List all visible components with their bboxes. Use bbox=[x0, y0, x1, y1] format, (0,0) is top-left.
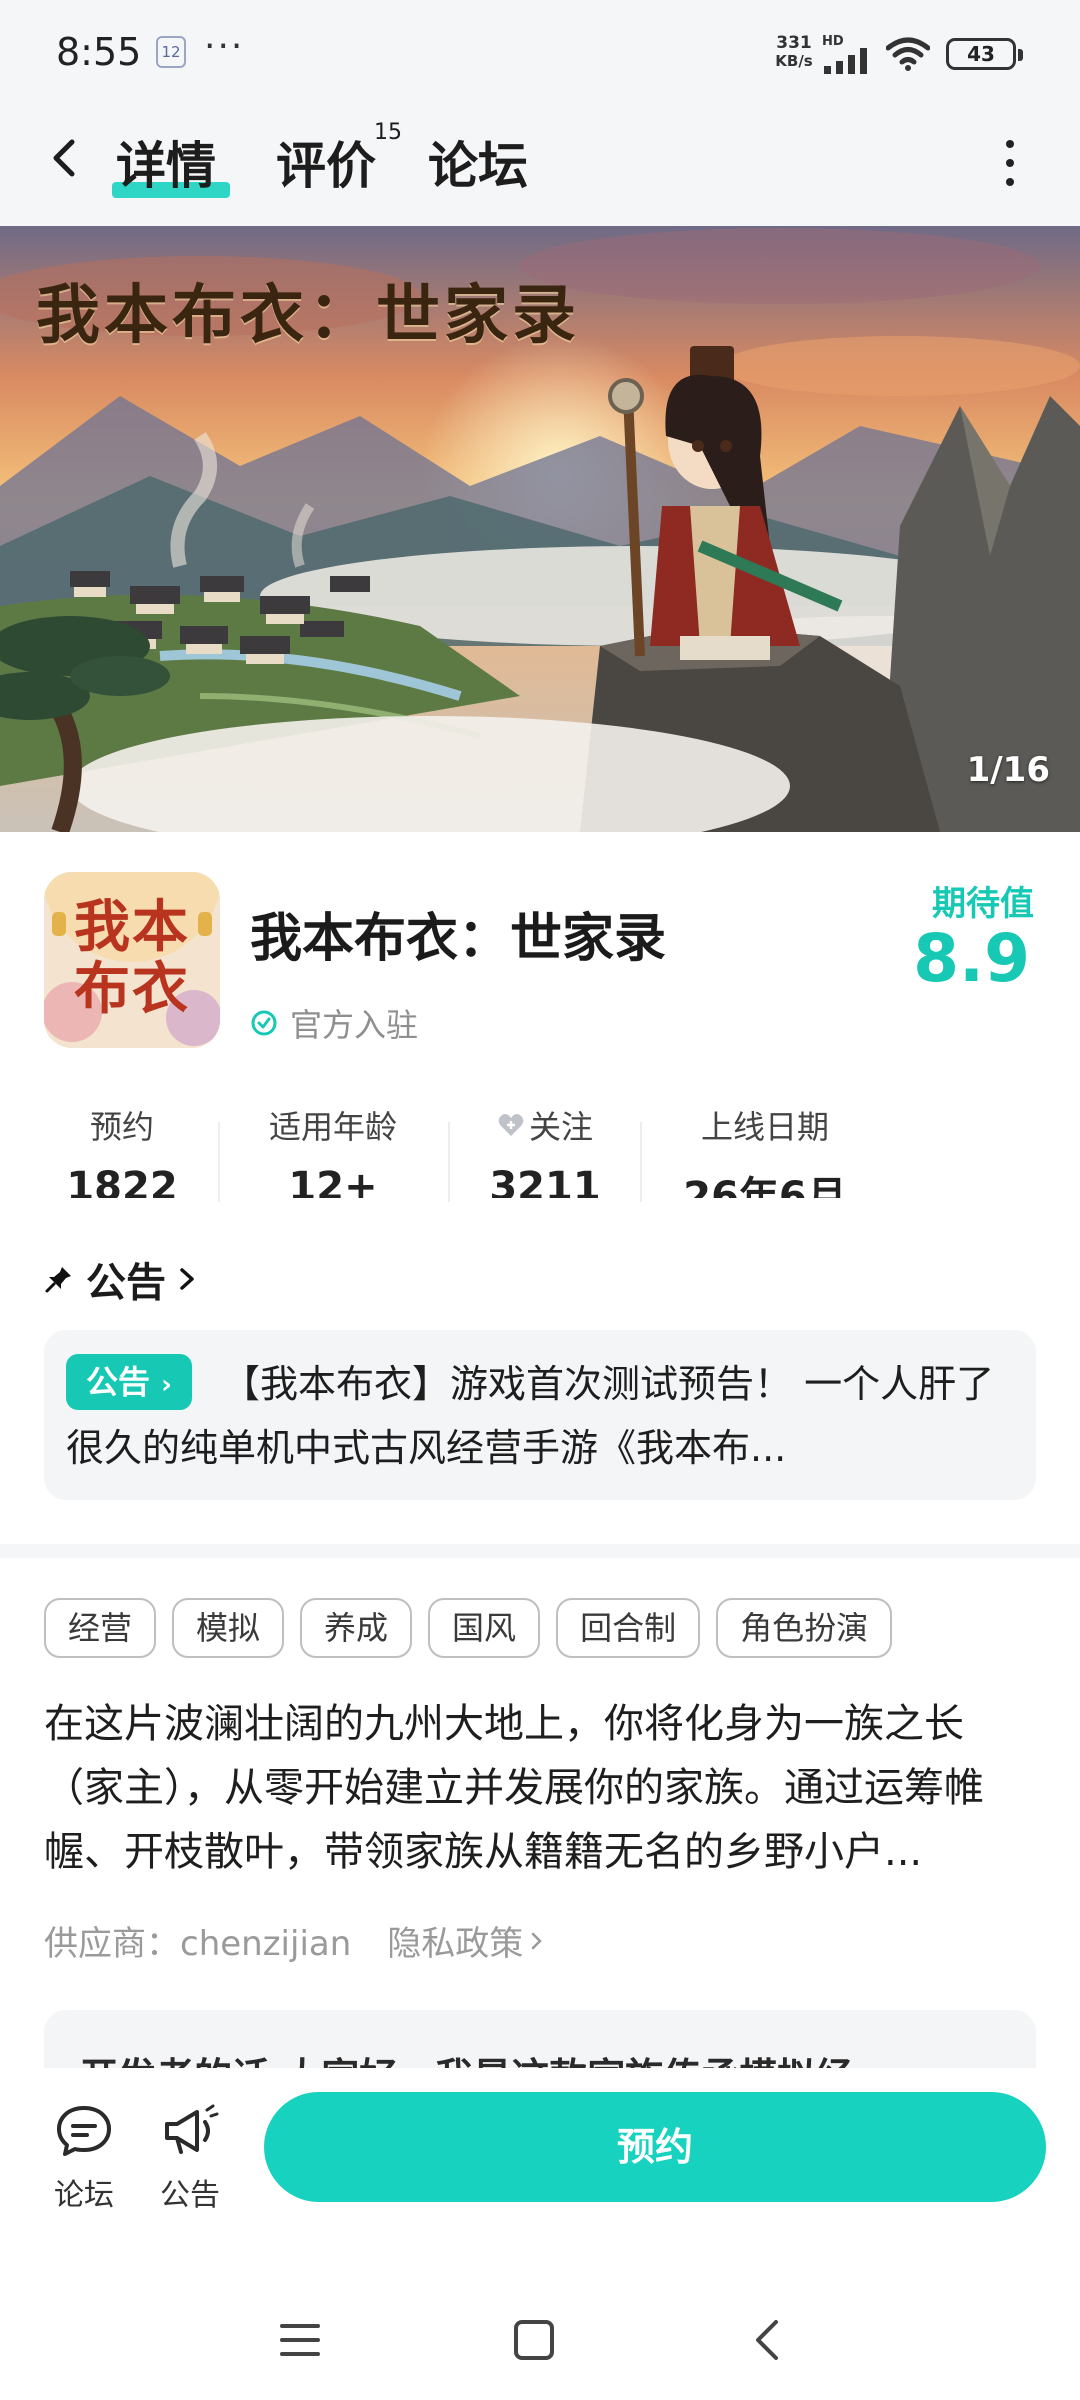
tag[interactable]: 回合制 bbox=[556, 1598, 701, 1658]
more-options-icon[interactable] bbox=[1000, 140, 1020, 190]
app-header: 我本 布衣 我本布衣：世家录 官方入驻 期待值 8.9 bbox=[0, 832, 1080, 1072]
network-speed-value: 331 bbox=[776, 33, 812, 53]
stat-value: 12+ bbox=[288, 1164, 378, 1198]
tag[interactable]: 模拟 bbox=[172, 1598, 285, 1658]
wifi-icon bbox=[886, 37, 930, 71]
reserve-button[interactable]: 预约 bbox=[264, 2092, 1046, 2202]
home-icon[interactable] bbox=[508, 2314, 560, 2366]
chevron-right-icon: › bbox=[161, 1370, 172, 1400]
stat-followers[interactable]: 关注 3211 bbox=[470, 1102, 620, 1198]
app-icon[interactable]: 我本 布衣 bbox=[44, 872, 220, 1048]
tag-list: 经营 模拟 养成 国风 回合制 角色扮演 bbox=[44, 1598, 893, 1658]
announcement-heading-label: 公告 bbox=[86, 1260, 166, 1306]
review-count: 15 bbox=[374, 120, 402, 145]
divider bbox=[448, 1122, 450, 1202]
top-nav: 详情 评价 15 论坛 bbox=[0, 100, 1080, 226]
tab-review-label: 评价 bbox=[276, 137, 376, 195]
announcement-chip-label: 公告 bbox=[86, 1363, 151, 1401]
back-icon[interactable] bbox=[742, 2314, 794, 2366]
divider bbox=[218, 1122, 220, 1202]
stat-value: 1822 bbox=[66, 1164, 178, 1198]
stat-label: 预约 bbox=[89, 1108, 154, 1146]
chevron-right-icon bbox=[180, 1268, 194, 1290]
menu-icon[interactable] bbox=[274, 2314, 326, 2366]
pin-icon bbox=[45, 1267, 71, 1293]
forum-chat-icon bbox=[57, 2106, 111, 2156]
privacy-policy-label: 隐私政策 bbox=[387, 1924, 524, 1964]
announcement-card[interactable]: 【我本布衣】游戏首次测试预告！ 一个人肝了很久的纯单机中式古风经营手游《我本布.… bbox=[44, 1330, 1036, 1500]
more-notifications-icon: ··· bbox=[204, 26, 245, 67]
stat-reservations: 预约 1822 bbox=[40, 1102, 204, 1198]
expectation-score: 8.9 bbox=[913, 920, 1030, 997]
chevron-right-icon bbox=[532, 1932, 543, 1949]
stats-row: 预约 1822 适用年龄 12+ 关注 3211 上线日期 26年6月 bbox=[0, 1072, 1080, 1212]
tab-forum-label: 论坛 bbox=[428, 137, 528, 195]
announcement-label: 公告 bbox=[160, 2178, 220, 2213]
section-separator bbox=[0, 1544, 1080, 1558]
forum-label: 论坛 bbox=[54, 2178, 114, 2213]
verified-check-icon bbox=[251, 1010, 277, 1036]
expectation-label: 期待值 bbox=[932, 884, 1034, 924]
forum-button[interactable]: 论坛 bbox=[44, 2100, 124, 2214]
banner-title: 我本布衣：世家录 bbox=[36, 278, 580, 353]
hd-label: HD bbox=[822, 34, 844, 49]
announcement-heading[interactable]: 公告 bbox=[44, 1250, 198, 1308]
tag[interactable]: 角色扮演 bbox=[716, 1598, 893, 1658]
tag[interactable]: 经营 bbox=[44, 1598, 157, 1658]
tag[interactable]: 国风 bbox=[428, 1598, 541, 1658]
announcement-button[interactable]: 公告 bbox=[150, 2100, 230, 2214]
privacy-policy-link[interactable]: 隐私政策 bbox=[387, 1916, 545, 1965]
battery-icon: 43 bbox=[946, 38, 1023, 70]
divider bbox=[640, 1122, 642, 1202]
signal-icon bbox=[824, 48, 867, 74]
network-speed: 331 KB/s bbox=[766, 34, 822, 70]
back-arrow-icon[interactable] bbox=[44, 128, 84, 188]
network-speed-unit: KB/s bbox=[775, 52, 813, 70]
stat-value: 26年6月 bbox=[683, 1174, 847, 1198]
stat-value: 3211 bbox=[489, 1164, 601, 1198]
tab-forum[interactable]: 论坛 bbox=[428, 126, 528, 198]
status-bar: 8:55 12 ··· 331 KB/s HD 43 bbox=[0, 0, 1080, 100]
stat-age-rating: 适用年龄 12+ bbox=[240, 1102, 426, 1198]
bottom-action-bar: 论坛 公告 预约 bbox=[0, 2068, 1080, 2288]
provider-row: 供应商：chenzijian 隐私政策 bbox=[44, 1916, 545, 1965]
tab-review[interactable]: 评价 15 bbox=[276, 120, 402, 198]
notification-badge-icon: 12 bbox=[156, 36, 186, 68]
app-icon-title: 我本 布衣 bbox=[74, 894, 190, 1022]
tab-detail[interactable]: 详情 bbox=[112, 126, 230, 198]
system-nav-bar bbox=[0, 2288, 1080, 2400]
stat-launch-date: 上线日期 26年6月 bbox=[660, 1102, 870, 1198]
stat-label: 关注 bbox=[528, 1108, 593, 1146]
official-label: 官方入驻 bbox=[290, 1006, 419, 1044]
heart-add-icon bbox=[498, 1114, 524, 1136]
tab-detail-label: 详情 bbox=[116, 137, 216, 195]
announcement-text: 【我本布衣】游戏首次测试预告！ 一个人肝了很久的纯单机中式古风经营手游《我本布.… bbox=[66, 1362, 995, 1470]
status-time: 8:55 bbox=[56, 30, 142, 74]
screenshot-banner[interactable]: 我本布衣：世家录 1/16 bbox=[0, 226, 1080, 832]
image-counter: 1/16 bbox=[966, 750, 1050, 790]
announcement-chip: 公告 › bbox=[66, 1354, 192, 1410]
app-name: 我本布衣：世家录 bbox=[250, 909, 667, 969]
provider-label: 供应商：chenzijian bbox=[44, 1924, 352, 1964]
official-badge: 官方入驻 bbox=[250, 1000, 418, 1046]
stat-label: 适用年龄 bbox=[268, 1108, 397, 1146]
tag[interactable]: 养成 bbox=[300, 1598, 413, 1658]
stat-label: 上线日期 bbox=[700, 1108, 829, 1146]
game-description[interactable]: 在这片波澜壮阔的九州大地上，你将化身为一族之长（家主），从零开始建立并发展你的家… bbox=[44, 1692, 1036, 1884]
megaphone-icon bbox=[165, 2104, 219, 2154]
